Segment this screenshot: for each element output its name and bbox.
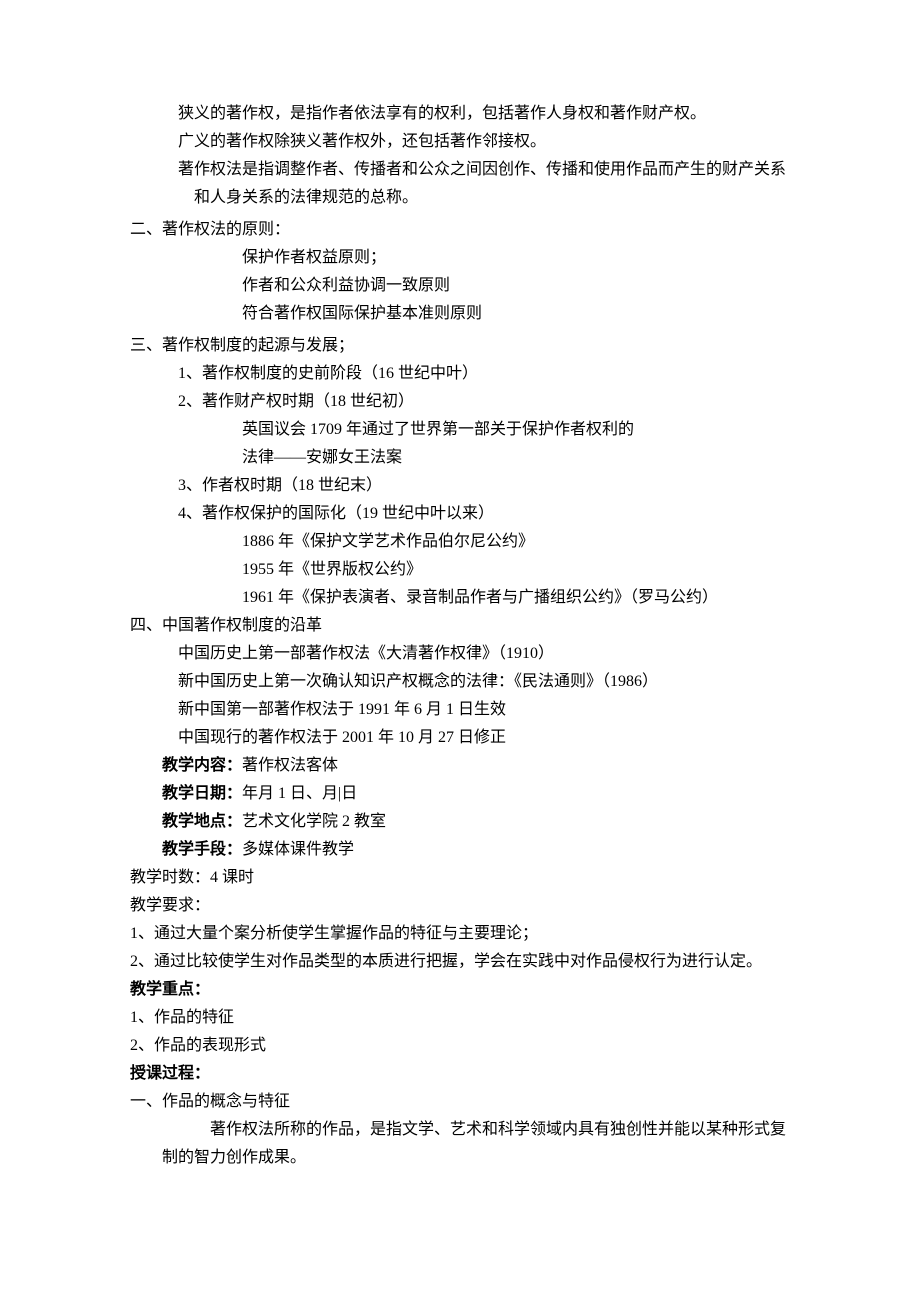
section-3-item-4-sub3: 1961 年《保护表演者、录音制品作者与广播组织公约》（罗马公约） [130,584,800,612]
section-3-item-2-sub2: 法律——安娜女王法案 [130,444,800,472]
section-2-item-1: 保护作者权益原则； [130,244,800,272]
intro-line-3: 著作权法是指调整作者、传播者和公众之间因创作、传播和使用作品而产生的财产关系和人… [146,156,800,212]
teach-content-value: 著作权法客体 [242,757,338,774]
section-3-item-4: 4、著作权保护的国际化（19 世纪中叶以来） [130,500,800,528]
section-4-line-1: 中国历史上第一部著作权法《大清著作权律》（1910） [130,640,800,668]
intro-line-2: 广义的著作权除狭义著作权外，还包括著作邻接权。 [130,128,800,156]
section-1b-body-text: 著作权法所称的作品，是指文学、艺术和科学领域内具有独创性并能以某种形式复制的智力… [162,1121,786,1166]
section-1b-body: 著作权法所称的作品，是指文学、艺术和科学领域内具有独创性并能以某种形式复制的智力… [130,1116,800,1172]
teach-place-row: 教学地点：艺术文化学院 2 教室 [130,808,800,836]
teach-content-label: 教学内容： [162,757,242,774]
teach-process-title: 授课过程： [130,1060,800,1088]
section-3-item-2: 2、著作财产权时期（18 世纪初） [130,388,800,416]
teach-focus-2: 2、作品的表现形式 [130,1032,800,1060]
section-4-line-4: 中国现行的著作权法于 2001 年 10 月 27 日修正 [130,724,800,752]
section-2-title: 二、著作权法的原则： [130,216,800,244]
section-3-item-1: 1、著作权制度的史前阶段（16 世纪中叶） [130,360,800,388]
section-3-item-4-sub3-text: 1961 年《保护表演者、录音制品作者与广播组织公约》（罗马公约） [242,589,718,606]
teach-req-1: 1、通过大量个案分析使学生掌握作品的特征与主要理论； [130,920,800,948]
intro-line-3-text: 著作权法是指调整作者、传播者和公众之间因创作、传播和使用作品而产生的财产关系和人… [178,161,786,206]
section-3-item-2-sub1: 英国议会 1709 年通过了世界第一部关于保护作者权利的 [130,416,800,444]
teach-req-title: 教学要求： [130,892,800,920]
teach-method-label: 教学手段： [162,841,242,858]
document-page: 狭义的著作权，是指作者依法享有的权利，包括著作人身权和著作财产权。 广义的著作权… [0,0,920,1301]
teach-focus-1: 1、作品的特征 [130,1004,800,1032]
teach-method-value: 多媒体课件教学 [242,841,354,858]
teach-place-value: 艺术文化学院 2 教室 [242,813,386,830]
section-2-item-3: 符合著作权国际保护基本准则原则 [130,300,800,328]
teach-req-2: 2、通过比较使学生对作品类型的本质进行把握，学会在实践中对作品侵权行为进行认定。 [130,948,800,976]
section-3-title: 三、著作权制度的起源与发展； [130,332,800,360]
teach-hours: 教学时数：4 课时 [130,864,800,892]
section-3-item-4-sub1: 1886 年《保护文学艺术作品伯尔尼公约》 [130,528,800,556]
section-3-item-4-sub2: 1955 年《世界版权公约》 [130,556,800,584]
section-2-item-2: 作者和公众利益协调一致原则 [130,272,800,300]
teach-focus-title: 教学重点： [130,976,800,1004]
section-1b-title: 一、作品的概念与特征 [130,1088,800,1116]
teach-date-label: 教学日期： [162,785,242,802]
section-4-title: 四、中国著作权制度的沿革 [130,612,800,640]
teach-place-label: 教学地点： [162,813,242,830]
section-4-line-2: 新中国历史上第一次确认知识产权概念的法律：《民法通则》（1986） [130,668,800,696]
teach-date-row: 教学日期：年月 1 日、月|日 [130,780,800,808]
teach-date-value: 年月 1 日、月|日 [242,785,357,802]
section-4-line-3: 新中国第一部著作权法于 1991 年 6 月 1 日生效 [130,696,800,724]
teach-method-row: 教学手段：多媒体课件教学 [130,836,800,864]
teach-content-row: 教学内容：著作权法客体 [130,752,800,780]
intro-line-1: 狭义的著作权，是指作者依法享有的权利，包括著作人身权和著作财产权。 [130,100,800,128]
section-3-item-3: 3、作者权时期（18 世纪末） [130,472,800,500]
